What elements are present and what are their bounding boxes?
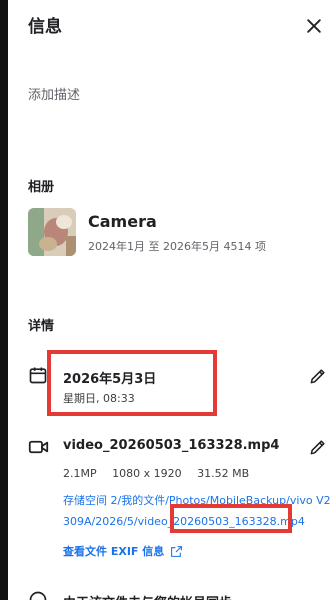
file-specs: 2.1MP 1080 x 1920 31.52 MB	[63, 467, 261, 480]
pencil-icon	[310, 440, 325, 455]
resolution-mp: 2.1MP	[63, 467, 97, 480]
pencil-icon	[310, 369, 325, 384]
close-button[interactable]	[300, 12, 328, 40]
album-row[interactable]: Camera 2024年1月 至 2026年5月 4514 项	[28, 208, 318, 258]
close-icon	[307, 19, 321, 33]
sync-notice-text: 由于该文件未与您的帐号同步	[63, 592, 232, 600]
page-title: 信息	[28, 17, 62, 37]
filename-highlight	[170, 504, 292, 533]
calendar-icon	[27, 364, 49, 386]
album-meta: 2024年1月 至 2026年5月 4514 项	[88, 240, 266, 253]
album-section-title: 相册	[28, 180, 55, 195]
background-edge	[0, 0, 8, 600]
external-link-icon	[171, 545, 183, 557]
album-name: Camera	[88, 212, 157, 231]
details-section-title: 详情	[28, 319, 55, 334]
video-icon	[27, 436, 49, 458]
file-size: 31.52 MB	[197, 467, 250, 480]
exif-link[interactable]: 查看文件 EXIF 信息	[63, 543, 183, 559]
file-name: video_20260503_163328.mp4	[63, 438, 280, 453]
date-highlight	[47, 350, 217, 416]
info-panel: 信息 添加描述 相册 Camera 2024年1月 至 2026年5月 4514…	[0, 0, 333, 600]
description-field[interactable]: 添加描述	[28, 84, 298, 106]
edit-date-button[interactable]	[305, 363, 331, 389]
sync-notice-row: 由于该文件未与您的帐号同步	[28, 590, 328, 600]
dimensions: 1080 x 1920	[112, 467, 182, 480]
edit-filename-button[interactable]	[305, 434, 331, 460]
album-thumbnail	[28, 208, 76, 256]
info-icon	[29, 591, 47, 600]
exif-link-label: 查看文件 EXIF 信息	[63, 545, 165, 558]
